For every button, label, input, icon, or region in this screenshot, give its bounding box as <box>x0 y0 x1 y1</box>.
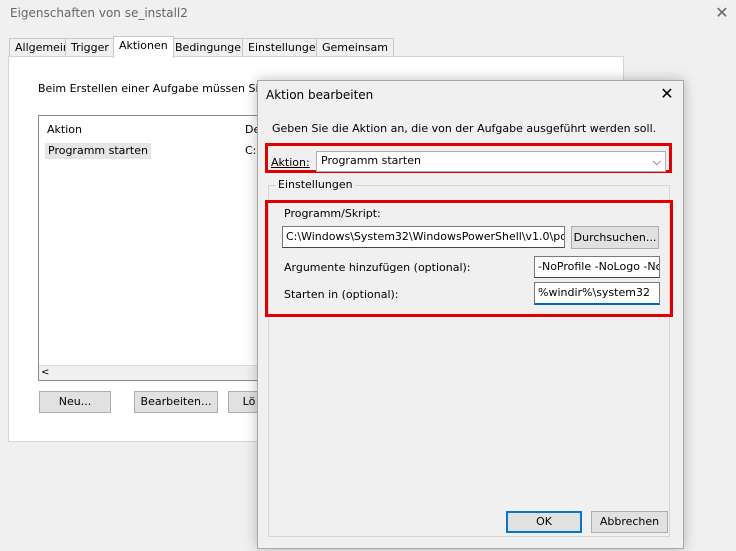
cancel-button[interactable]: Abbrechen <box>591 511 668 533</box>
dialog-title: Aktion bearbeiten <box>266 88 374 102</box>
tab-gemeinsam[interactable]: Gemeinsam <box>316 38 394 57</box>
parent-window-title: Eigenschaften von se_install2 <box>10 6 188 20</box>
horizontal-scrollbar[interactable]: < <box>39 365 279 380</box>
aktion-selected-value: Programm starten <box>321 154 421 167</box>
close-icon[interactable]: ✕ <box>658 85 676 103</box>
list-item-details: C: <box>245 144 257 157</box>
browse-button[interactable]: Durchsuchen... <box>571 226 659 249</box>
start-in-input-value: %windir%\system32 <box>538 286 650 299</box>
program-input-value: C:\Windows\System32\WindowsPowerShell\v1… <box>286 230 565 243</box>
column-header-aktion[interactable]: Aktion <box>47 123 82 136</box>
arguments-input[interactable]: -NoProfile -NoLogo -No <box>534 256 660 278</box>
edit-button[interactable]: Bearbeiten... <box>134 391 218 413</box>
start-in-label: Starten in (optional): <box>284 288 399 301</box>
new-button[interactable]: Neu... <box>39 391 111 413</box>
list-item[interactable]: Programm starten <box>45 143 151 159</box>
program-input[interactable]: C:\Windows\System32\WindowsPowerShell\v1… <box>282 226 565 248</box>
edit-action-dialog: Aktion bearbeiten ✕ Geben Sie die Aktion… <box>257 80 684 549</box>
tab-trigger[interactable]: Trigger <box>65 38 115 57</box>
ok-button[interactable]: OK <box>506 511 582 533</box>
aktion-label: Aktion: <box>271 156 310 169</box>
dialog-info-text: Geben Sie die Aktion an, die von der Auf… <box>272 122 657 135</box>
arguments-input-value: -NoProfile -NoLogo -No <box>538 260 660 273</box>
scroll-left-icon[interactable]: < <box>41 366 49 380</box>
settings-legend: Einstellungen <box>276 178 355 191</box>
chevron-down-icon: ⌵ <box>652 155 661 168</box>
action-list[interactable]: Aktion De Programm starten C: < <box>38 115 280 381</box>
tab-aktionen[interactable]: Aktionen <box>113 36 174 58</box>
program-label: Programm/Skript: <box>284 207 381 220</box>
aktion-select[interactable]: Programm starten ⌵ <box>316 151 666 172</box>
start-in-input[interactable]: %windir%\system32 <box>534 282 660 305</box>
close-icon[interactable]: ✕ <box>713 4 731 22</box>
arguments-label: Argumente hinzufügen (optional): <box>284 261 471 274</box>
